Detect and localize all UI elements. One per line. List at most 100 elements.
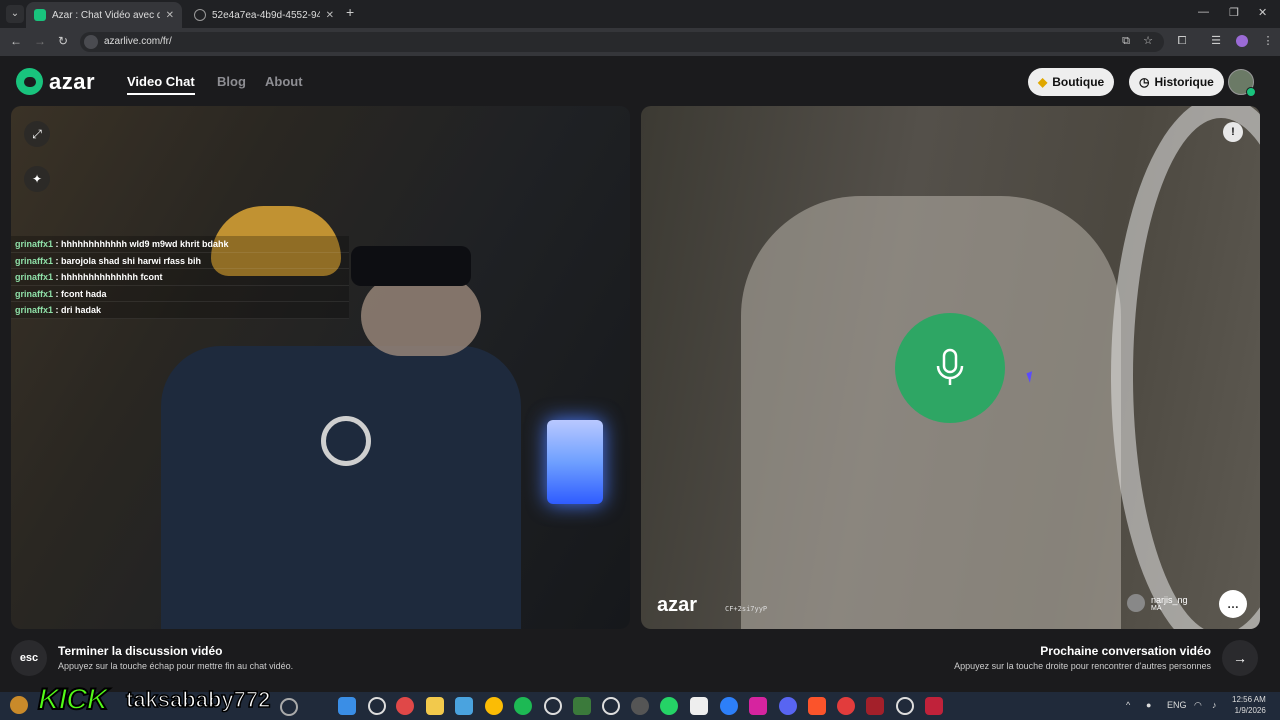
mic-indicator bbox=[895, 313, 1005, 423]
expand-icon[interactable]: ⤢ bbox=[24, 121, 50, 147]
discord-icon[interactable] bbox=[779, 697, 797, 715]
user-avatar[interactable] bbox=[1228, 69, 1256, 97]
azar-favicon-icon bbox=[34, 9, 46, 21]
system-clock[interactable]: 12:56 AM 1/9/2026 bbox=[1232, 694, 1266, 716]
reading-list-icon[interactable]: ☰ bbox=[1210, 35, 1222, 47]
whatsapp-icon[interactable] bbox=[660, 697, 678, 715]
azar-page: azar Video Chat Blog About ◆ Boutique ◷ … bbox=[0, 56, 1280, 692]
tab-azar[interactable]: Azar : Chat Vidéo avec de n ✕ bbox=[26, 2, 182, 28]
clock-date: 1/9/2026 bbox=[1234, 706, 1266, 715]
g-hub-icon[interactable] bbox=[896, 697, 914, 715]
close-tab-icon[interactable]: ✕ bbox=[166, 10, 174, 21]
tab-second[interactable]: 52e4a7ea-4b9d-4552-9451-59 ✕ bbox=[186, 2, 342, 28]
tab-search-icon[interactable]: ⌄ bbox=[6, 5, 24, 23]
hoodie-logo bbox=[321, 416, 371, 466]
chat-message: grinaffx1 : barojola shad shi harwi rfas… bbox=[11, 252, 349, 269]
url-bar[interactable]: azarlive.com/fr/ bbox=[80, 32, 1164, 52]
watermark-code: CF+2si7yyP bbox=[725, 605, 768, 613]
azar-watermark: azar bbox=[657, 594, 698, 616]
chat-overlay: grinaffx1 : hhhhhhhhhhhh wld9 m9wd khrit… bbox=[11, 236, 349, 319]
site-info-icon[interactable] bbox=[84, 35, 98, 49]
chat-bubble-icon[interactable]: … bbox=[1219, 590, 1247, 618]
restore-icon[interactable]: ❐ bbox=[1229, 6, 1239, 19]
address-toolbar: ← → ↻ azarlive.com/fr/ ⧉ ☆ ⧠ ☰ ⋮ bbox=[0, 28, 1280, 56]
microphone-icon bbox=[936, 348, 964, 385]
close-window-icon[interactable]: ✕ bbox=[1258, 6, 1267, 19]
terminal-icon[interactable] bbox=[573, 697, 591, 715]
nav-active-underline bbox=[127, 93, 195, 95]
azar-logo-icon bbox=[16, 68, 43, 95]
spotify-icon[interactable] bbox=[514, 697, 532, 715]
end-chat-title: Terminer la discussion vidéo bbox=[58, 644, 223, 658]
extensions-icon[interactable]: ⧠ bbox=[1176, 35, 1188, 47]
nav-video-chat[interactable]: Video Chat bbox=[127, 74, 195, 89]
nav-blog[interactable]: Blog bbox=[217, 74, 246, 89]
chat-message: grinaffx1 : fcont hada bbox=[11, 285, 349, 302]
document-icon[interactable] bbox=[690, 697, 708, 715]
install-app-icon[interactable]: ⧉ bbox=[1120, 35, 1132, 47]
back-icon[interactable]: ← bbox=[10, 34, 22, 48]
opera-icon[interactable] bbox=[837, 697, 855, 715]
bookmark-star-icon[interactable]: ☆ bbox=[1142, 35, 1154, 47]
reload-icon[interactable]: ↻ bbox=[58, 34, 68, 48]
valorant-icon[interactable] bbox=[925, 697, 943, 715]
end-chat-hint: Appuyez sur la touche échap pour mettre … bbox=[58, 661, 294, 671]
url-text: azarlive.com/fr/ bbox=[104, 36, 172, 47]
next-chat-hint: Appuyez sur la touche droite pour rencon… bbox=[954, 661, 1211, 671]
wifi-icon[interactable]: ◠ bbox=[1194, 700, 1202, 711]
chat-message: grinaffx1 : dri hadak bbox=[11, 302, 349, 319]
chrome-icon[interactable] bbox=[485, 697, 503, 715]
obs-icon[interactable] bbox=[631, 697, 649, 715]
azar-logo[interactable]: azar bbox=[16, 68, 95, 95]
chat-message: grinaffx1 : hhhhhhhhhhhh wld9 m9wd khrit… bbox=[11, 236, 349, 253]
peer-info[interactable]: narjis_ng MA bbox=[1127, 590, 1188, 616]
widget-icon[interactable] bbox=[280, 698, 298, 716]
file-explorer-icon[interactable] bbox=[426, 697, 444, 715]
close-tab-icon[interactable]: ✕ bbox=[326, 10, 334, 21]
nav-about[interactable]: About bbox=[265, 74, 303, 89]
kick-logo: KICK bbox=[37, 682, 109, 717]
sync-icon[interactable] bbox=[602, 697, 620, 715]
new-tab-icon[interactable]: + bbox=[346, 4, 354, 20]
end-chat-button[interactable]: esc bbox=[11, 640, 47, 676]
mic-tray-icon[interactable]: ● bbox=[1146, 700, 1151, 710]
minimize-icon[interactable]: — bbox=[1198, 6, 1209, 18]
remote-video: ! azar CF+2si7yyP narjis_ng MA … bbox=[641, 106, 1260, 629]
peer-name: narjis_ng bbox=[1151, 594, 1188, 605]
volume-icon[interactable]: ♪ bbox=[1212, 700, 1217, 710]
kick-username: taksababy772 bbox=[125, 686, 271, 713]
clock-icon: ◷ bbox=[1139, 75, 1150, 89]
shop-button[interactable]: ◆ Boutique bbox=[1028, 68, 1115, 96]
next-chat-title: Prochaine conversation vidéo bbox=[1040, 644, 1211, 658]
more-menu-icon[interactable]: ⋮ bbox=[1262, 35, 1274, 47]
taskbar-app-icon[interactable] bbox=[396, 697, 414, 715]
history-button[interactable]: ◷ Historique bbox=[1129, 68, 1224, 96]
chatgpt-icon[interactable] bbox=[544, 697, 562, 715]
peer-avatar bbox=[1127, 594, 1145, 612]
tray-expand-icon[interactable]: ^ bbox=[1126, 700, 1130, 710]
brave-icon[interactable] bbox=[808, 697, 826, 715]
gem-icon: ◆ bbox=[1038, 75, 1048, 89]
history-label: Historique bbox=[1154, 75, 1214, 89]
video-subject-body bbox=[161, 346, 521, 629]
report-icon[interactable]: ! bbox=[1223, 122, 1243, 142]
video-subject-face bbox=[361, 276, 481, 356]
store-icon[interactable] bbox=[455, 697, 473, 715]
windows-start-icon[interactable] bbox=[338, 697, 356, 715]
instagram-icon[interactable] bbox=[749, 697, 767, 715]
telegram-icon[interactable] bbox=[720, 697, 738, 715]
shop-label: Boutique bbox=[1052, 75, 1105, 89]
effects-sparkle-icon[interactable]: ✦ bbox=[24, 166, 50, 192]
next-chat-arrow-icon[interactable]: → bbox=[1222, 640, 1258, 676]
tab-title: 52e4a7ea-4b9d-4552-9451-59 bbox=[212, 9, 320, 21]
app-icon[interactable] bbox=[866, 697, 884, 715]
forward-icon[interactable]: → bbox=[34, 34, 46, 48]
peer-country: MA bbox=[1151, 604, 1162, 612]
clock-time: 12:56 AM bbox=[1232, 695, 1266, 704]
language-indicator[interactable]: ENG bbox=[1167, 700, 1187, 710]
search-icon[interactable] bbox=[368, 697, 386, 715]
video-subject-glasses bbox=[351, 246, 471, 286]
weather-icon[interactable] bbox=[10, 696, 28, 714]
profile-avatar-icon[interactable] bbox=[1236, 35, 1248, 47]
rgb-lamp bbox=[547, 420, 603, 504]
